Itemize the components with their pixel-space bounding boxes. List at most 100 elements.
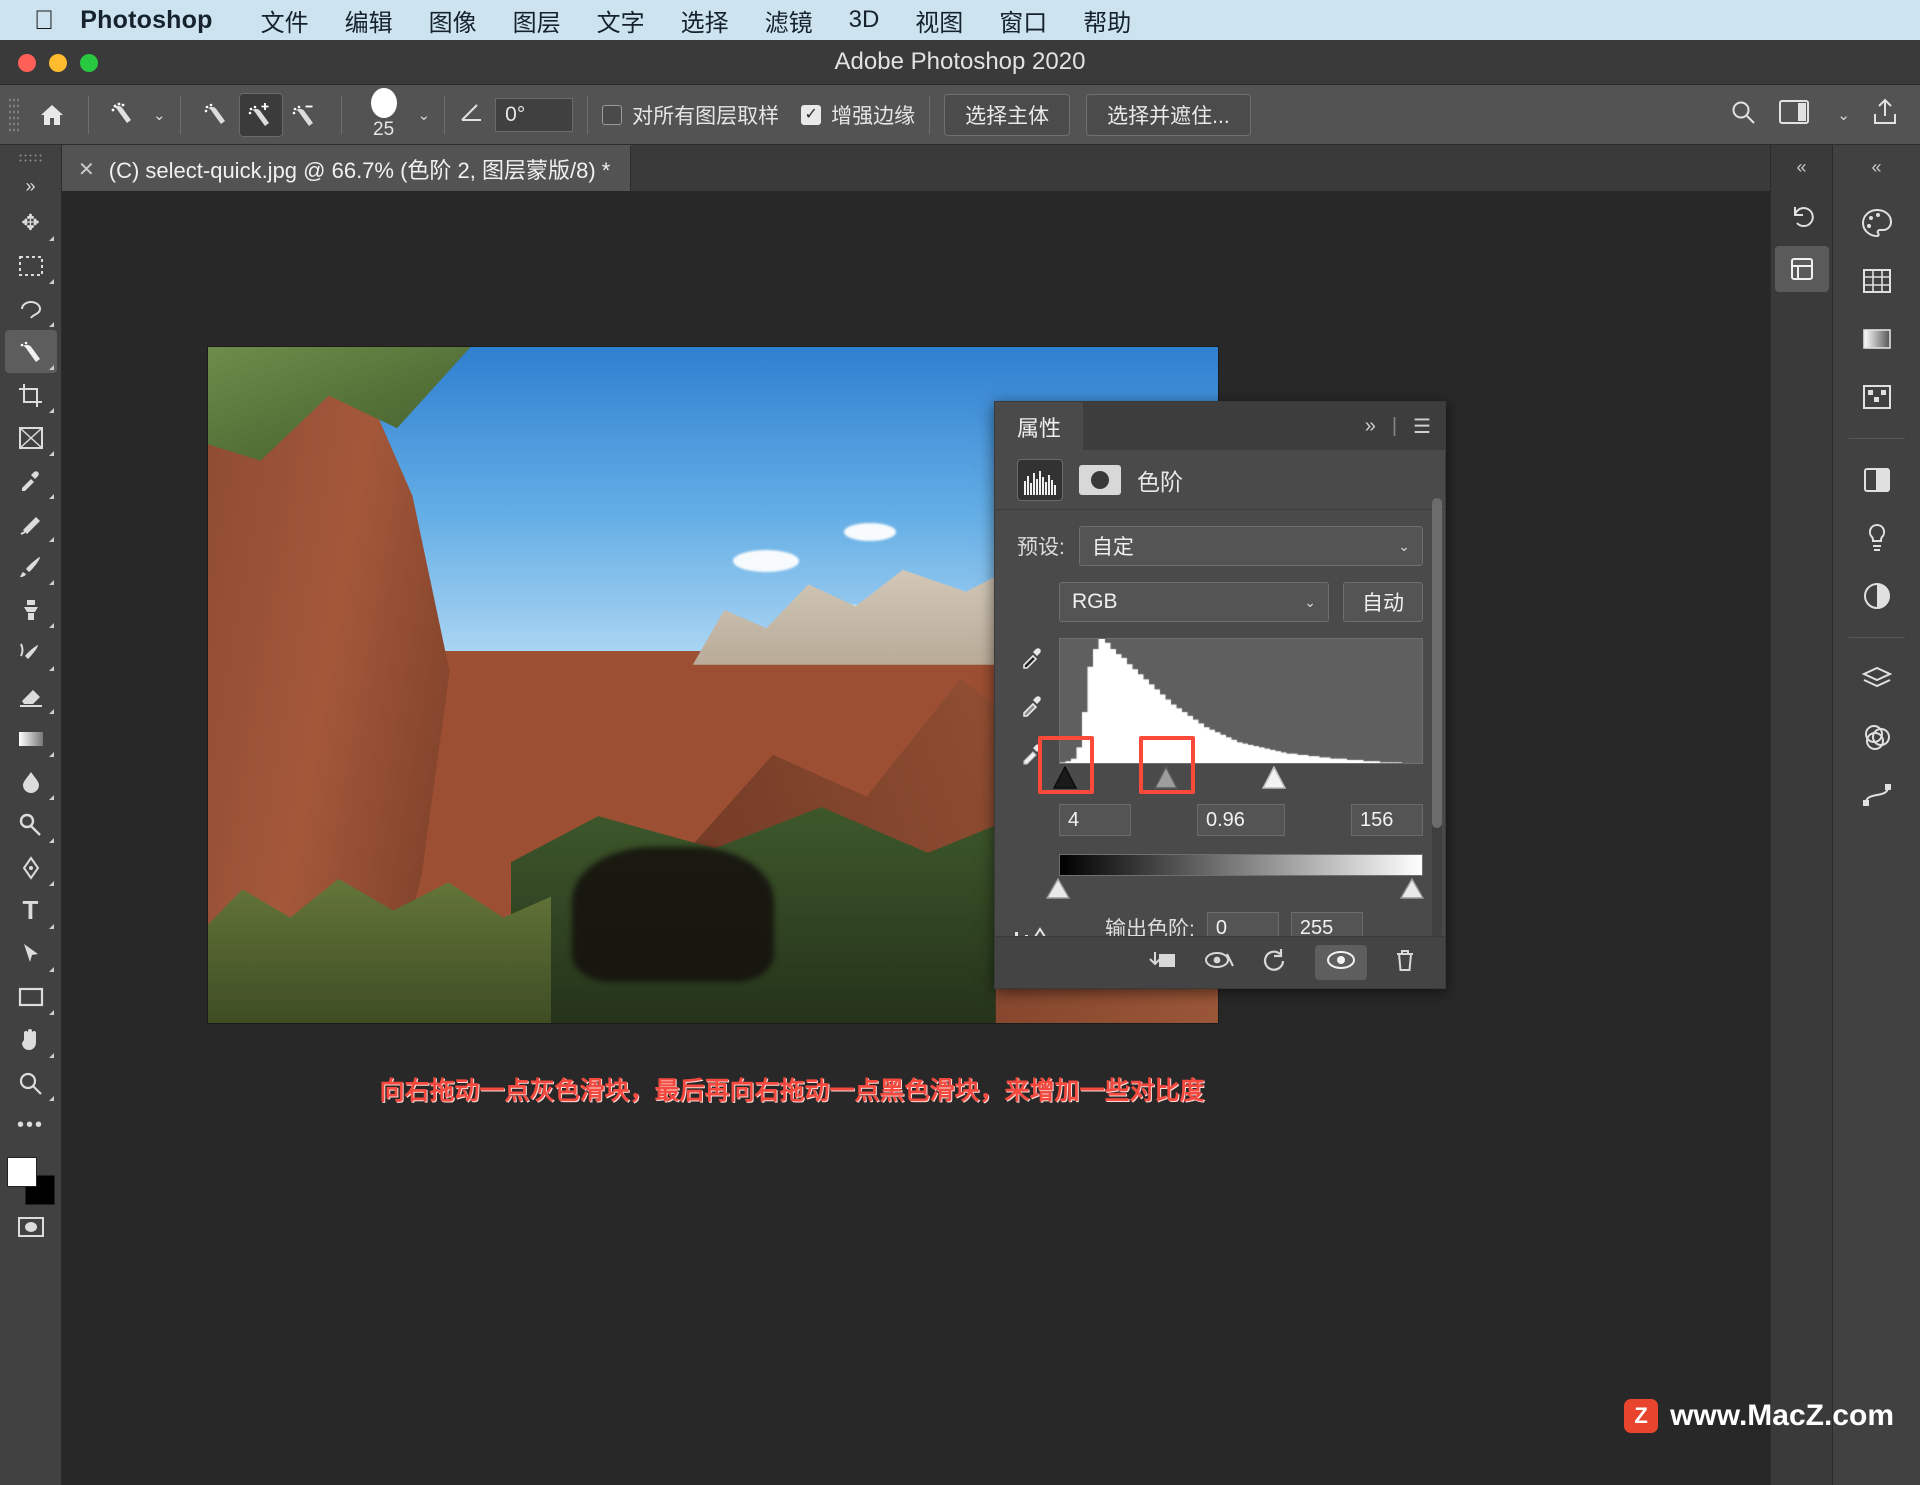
reset-icon[interactable] <box>1261 948 1289 977</box>
tool-blur[interactable] <box>5 760 57 803</box>
tool-rectangular-marquee[interactable] <box>5 244 57 287</box>
tool-zoom[interactable] <box>5 1061 57 1104</box>
delete-layer-icon[interactable] <box>1393 948 1417 977</box>
tools-grip[interactable] <box>17 153 44 163</box>
brush-size-preview[interactable]: 25 <box>356 88 412 141</box>
document-tab[interactable]: ✕ (C) select-quick.jpg @ 66.7% (色阶 2, 图层… <box>62 145 632 191</box>
input-gamma-slider[interactable] <box>1153 765 1179 790</box>
patterns-panel-icon[interactable] <box>1850 374 1904 420</box>
maximize-window-button[interactable] <box>80 53 98 72</box>
chevron-double-left-icon[interactable]: « <box>1796 157 1806 178</box>
menu-item-3d[interactable]: 3D <box>831 6 898 34</box>
tool-crop[interactable] <box>5 373 57 416</box>
clip-to-layer-icon[interactable] <box>1147 948 1177 977</box>
select-subject-button[interactable]: 选择主体 <box>944 93 1071 136</box>
chevron-double-left-icon-2[interactable]: « <box>1871 157 1881 178</box>
angle-input[interactable]: 0° <box>495 97 574 132</box>
view-previous-state-icon[interactable] <box>1203 948 1235 977</box>
tool-lasso[interactable] <box>5 287 57 330</box>
menu-item-window[interactable]: 窗口 <box>981 3 1065 38</box>
tool-eraser[interactable] <box>5 674 57 717</box>
tool-rectangle[interactable] <box>5 975 57 1018</box>
enhance-edge-checkbox[interactable]: 增强边缘 <box>801 100 915 130</box>
color-swatches[interactable] <box>6 1157 55 1205</box>
menu-item-layer[interactable]: 图层 <box>495 3 579 38</box>
checkbox-box-checked[interactable] <box>801 104 822 125</box>
tool-path-selection[interactable] <box>5 932 57 975</box>
tool-move[interactable]: ✥ <box>5 201 57 244</box>
swatches-panel-icon[interactable] <box>1850 258 1904 304</box>
foreground-color-swatch[interactable] <box>6 1157 37 1187</box>
menu-item-edit[interactable]: 编辑 <box>327 3 411 38</box>
styles-panel-icon[interactable] <box>1850 515 1904 561</box>
workspace-chevron-down-icon[interactable]: ⌄ <box>1837 106 1850 124</box>
minimize-window-button[interactable] <box>49 53 67 72</box>
properties-panel-icon[interactable] <box>1774 246 1829 292</box>
tool-dodge[interactable] <box>5 803 57 846</box>
history-panel-icon[interactable] <box>1775 194 1829 240</box>
gradients-panel-icon[interactable] <box>1850 316 1904 362</box>
tool-history-brush[interactable] <box>5 631 57 674</box>
menu-item-file[interactable]: 文件 <box>243 3 327 38</box>
selection-add-icon[interactable] <box>238 92 283 137</box>
eyedropper-white-point-icon[interactable] <box>1020 742 1046 773</box>
selection-new-icon[interactable] <box>195 93 239 137</box>
tool-gradient[interactable] <box>5 717 57 760</box>
menu-item-help[interactable]: 帮助 <box>1065 3 1149 38</box>
channels-panel-icon[interactable] <box>1850 714 1904 760</box>
select-and-mask-button[interactable]: 选择并遮住... <box>1086 93 1251 136</box>
menu-item-select[interactable]: 选择 <box>663 3 747 38</box>
input-black-slider[interactable] <box>1052 765 1078 790</box>
selection-subtract-icon[interactable] <box>283 93 327 137</box>
brush-preset-chevron-down-icon[interactable]: ⌄ <box>418 106 431 124</box>
channel-select[interactable]: RGB ⌄ <box>1059 582 1329 622</box>
color-panel-icon[interactable] <box>1850 200 1904 246</box>
quick-selection-tool-icon[interactable] <box>103 93 147 137</box>
canvas-surface[interactable]: 向右拖动一点灰色滑块，最后再向右拖动一点黑色滑块，来增加一些对比度 属性 » |… <box>62 191 1770 1485</box>
menu-item-type[interactable]: 文字 <box>579 3 663 38</box>
layers-panel-icon[interactable] <box>1850 656 1904 702</box>
input-white-value[interactable]: 156 <box>1351 804 1423 836</box>
workspace-icon[interactable] <box>1779 99 1810 130</box>
checkbox-box[interactable] <box>602 104 623 125</box>
adjustments-panel-icon[interactable] <box>1850 457 1904 503</box>
menu-item-view[interactable]: 视图 <box>897 3 981 38</box>
tab-properties[interactable]: 属性 <box>995 402 1084 450</box>
input-black-value[interactable]: 4 <box>1059 804 1131 836</box>
panel-menu-icon[interactable]: ☰ <box>1413 414 1431 439</box>
chevron-down-icon[interactable]: ⌄ <box>153 106 166 124</box>
apple-icon[interactable]:  <box>34 6 54 34</box>
tool-quick-selection[interactable] <box>4 330 57 373</box>
preset-select[interactable]: 自定 ⌄ <box>1078 526 1423 566</box>
adjustment-layer-icon[interactable] <box>1850 573 1904 619</box>
paths-panel-icon[interactable] <box>1850 772 1904 818</box>
tool-type[interactable]: T <box>5 889 57 932</box>
collapse-tools-icon[interactable]: » <box>5 171 57 201</box>
options-bar-grip[interactable] <box>8 96 20 133</box>
input-gamma-value[interactable]: 0.96 <box>1197 804 1285 836</box>
eyedropper-gray-point-icon[interactable] <box>1020 694 1046 725</box>
more-tools-icon[interactable]: ••• <box>5 1104 57 1147</box>
tool-frame[interactable] <box>5 416 57 459</box>
menu-item-image[interactable]: 图像 <box>411 3 495 38</box>
output-black-slider[interactable] <box>1045 877 1071 902</box>
tool-brush[interactable] <box>5 545 57 588</box>
quick-mask-icon[interactable] <box>5 1205 57 1248</box>
share-icon[interactable] <box>1872 98 1898 131</box>
output-white-slider[interactable] <box>1399 877 1425 902</box>
sample-all-layers-checkbox[interactable]: 对所有图层取样 <box>602 100 779 130</box>
menu-app-name[interactable]: Photoshop <box>80 6 212 35</box>
eyedropper-black-point-icon[interactable] <box>1020 646 1046 677</box>
menu-item-filter[interactable]: 滤镜 <box>747 3 831 38</box>
chevron-double-right-icon[interactable]: » <box>1365 415 1376 438</box>
tool-spot-healing-brush[interactable] <box>5 502 57 545</box>
tool-hand[interactable] <box>5 1018 57 1061</box>
home-icon[interactable] <box>30 93 74 137</box>
tool-clone-stamp[interactable] <box>5 588 57 631</box>
input-white-slider[interactable] <box>1261 765 1287 790</box>
toggle-visibility-icon[interactable] <box>1315 945 1367 980</box>
close-window-button[interactable] <box>18 53 36 72</box>
close-icon[interactable]: ✕ <box>78 157 95 182</box>
tool-pen[interactable] <box>5 846 57 889</box>
auto-button[interactable]: 自动 <box>1343 582 1423 622</box>
